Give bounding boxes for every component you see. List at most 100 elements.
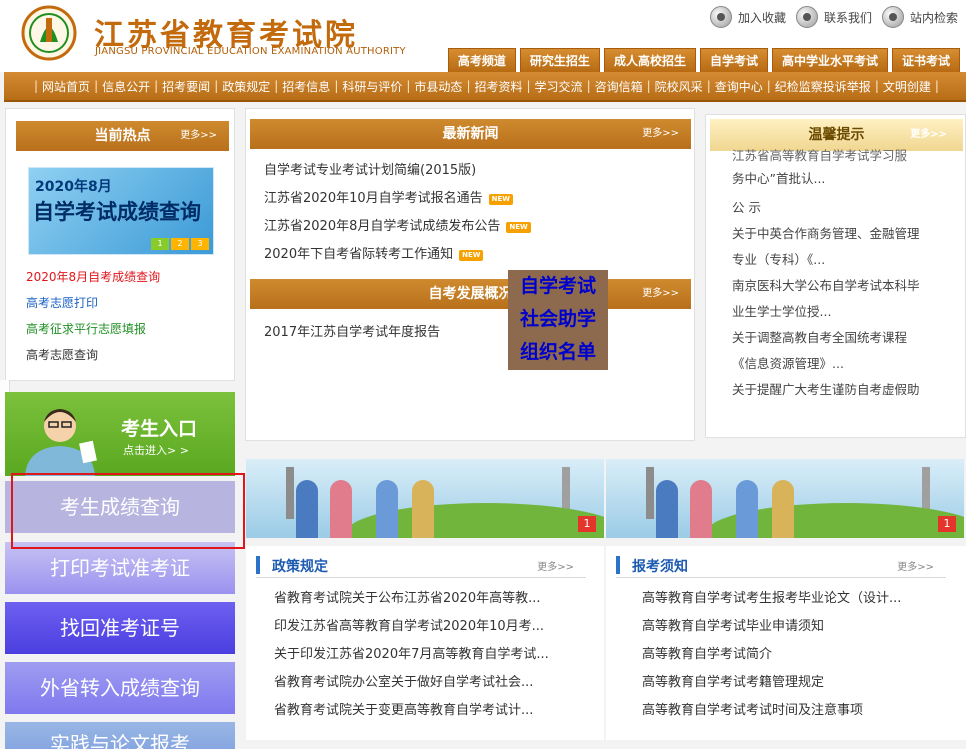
nav-query-center[interactable]: 查询中心 [711, 78, 767, 95]
news-item-text: 江苏省2020年10月自学考试报名通告 [264, 191, 483, 206]
student-figure [412, 480, 434, 538]
news-item[interactable]: 江苏省2020年8月自学考试成绩发布公告 NEW [264, 213, 531, 241]
nav-info-disclosure[interactable]: 信息公开 [98, 78, 154, 95]
development-more-link[interactable]: 更多>> [642, 279, 679, 309]
tab-self-study[interactable]: 自学考试 [699, 48, 768, 72]
notice-item[interactable]: 高等教育自学考试考生报考毕业论文（设计... [642, 588, 901, 616]
channel-tabs: 高考频道 研究生招生 成人高校招生 自学考试 高中学业水平考试 证书考试 [447, 48, 960, 72]
tab-high-school[interactable]: 高中学业水平考试 [771, 48, 888, 72]
tab-gaokao[interactable]: 高考频道 [447, 48, 516, 72]
tips-line: 南京医科大学公布自学考试本科毕 [732, 278, 920, 293]
development-list: 2017年江苏自学考试年度报告 [264, 319, 440, 347]
tips-more-link[interactable]: 更多>> [910, 119, 947, 151]
app-window: 江苏省教育考试院 JIANGSU PROVINCIAL EDUCATION EX… [0, 0, 966, 749]
banner-pager-number[interactable]: 1 [938, 516, 956, 532]
candidate-entry-sub: 点击进入> > [123, 444, 189, 457]
tips-item[interactable]: 关于提醒广大考生谨防自考虚假助 [732, 377, 958, 403]
banner-dot-2[interactable]: 2 [171, 238, 189, 250]
policy-item[interactable]: 省教育考试院办公室关于做好自学考试社会... [274, 672, 549, 700]
policy-item[interactable]: 印发江苏省高等教育自学考试2020年10月考... [274, 616, 549, 644]
news-item[interactable]: 自学考试专业考试计划简编(2015版) [264, 157, 531, 185]
score-query-banner[interactable]: 2020年8月 自学考试成绩查询 1 2 3 [28, 167, 214, 255]
tab-adult[interactable]: 成人高校招生 [603, 48, 696, 72]
nav-learning[interactable]: 学习交流 [531, 78, 587, 95]
tips-item[interactable]: 江苏省高等教育自学考试学习服 务中心”首批认... [732, 149, 958, 195]
retrieve-ticket-button[interactable]: 找回准考证号 [5, 602, 235, 654]
news-item-text: 自学考试专业考试计划简编(2015版) [264, 163, 477, 178]
tips-item[interactable]: 南京医科大学公布自学考试本科毕 业生学士学位授... [732, 273, 958, 325]
hot-topics-panel: 当前热点 更多>> 2020年8月 自学考试成绩查询 1 2 3 2020年8月… [5, 108, 235, 381]
policy-item[interactable]: 关于印发江苏省2020年7月高等教育自学考试... [274, 644, 549, 672]
development-item[interactable]: 2017年江苏自学考试年度报告 [264, 319, 440, 347]
logo-emblem-icon [21, 5, 77, 61]
hot-topics-list: 2020年8月自考成绩查询 高考志愿打印 高考征求平行志愿填报 高考志愿查询 [26, 269, 160, 373]
hot-topics-more-link[interactable]: 更多>> [180, 121, 217, 151]
notice-more-link[interactable]: 更多>> [897, 558, 934, 573]
news-header: 最新新闻 更多>> [250, 119, 691, 149]
print-ticket-button[interactable]: 打印考试准考证 [5, 542, 235, 594]
notice-item[interactable]: 高等教育自学考试毕业申请须知 [642, 616, 901, 644]
tips-item[interactable]: 公 示 [732, 195, 958, 221]
promo-banner[interactable]: 1 [606, 459, 964, 538]
search-icon [881, 6, 904, 28]
nav-home[interactable]: 网站首页 [38, 78, 94, 95]
tips-list: 江苏省高等教育自学考试学习服 务中心”首批认... 公 示 关于中英合作商务管理… [732, 149, 958, 403]
policy-item[interactable]: 省教育考试院关于公布江苏省2020年高等教... [274, 588, 549, 616]
policy-panel: 政策规定 更多>> 省教育考试院关于公布江苏省2020年高等教... 印发江苏省… [246, 546, 604, 740]
nav-news[interactable]: 招考要闻 [158, 78, 214, 95]
hot-item-volunteer-query[interactable]: 高考志愿查询 [26, 347, 160, 373]
nav-mailbox[interactable]: 咨询信箱 [591, 78, 647, 95]
nav-policy[interactable]: 政策规定 [218, 78, 274, 95]
hot-item-score-query[interactable]: 2020年8月自考成绩查询 [26, 269, 160, 295]
banner-title: 自学考试成绩查询 [33, 200, 201, 224]
nav-colleges[interactable]: 院校风采 [651, 78, 707, 95]
development-header: 自考发展概况 更多>> [250, 279, 691, 309]
banner-dot-3[interactable]: 3 [191, 238, 209, 250]
tips-line: 专业（专科）《... [732, 252, 826, 267]
hot-item-print[interactable]: 高考志愿打印 [26, 295, 160, 321]
news-item[interactable]: 2020年下自考省际转考工作通知 NEW [264, 241, 531, 269]
news-more-link[interactable]: 更多>> [642, 119, 679, 149]
news-panel: 最新新闻 更多>> 自学考试专业考试计划简编(2015版) 江苏省2020年10… [245, 108, 695, 441]
banner-pager-number[interactable]: 1 [578, 516, 596, 532]
policy-item[interactable]: 省教育考试院关于变更高等教育自学考试计... [274, 700, 549, 728]
notice-header: 报考须知 更多>> [616, 554, 946, 578]
nav-local-news[interactable]: 市县动态 [410, 78, 466, 95]
news-item-text: 2020年下自考省际转考工作通知 [264, 247, 454, 262]
hot-item-solicit[interactable]: 高考征求平行志愿填报 [26, 321, 160, 347]
tips-item[interactable]: 关于调整高教自考全国统考课程 《信息资源管理》... [732, 325, 958, 377]
banner-pager: 1 2 3 [151, 238, 209, 250]
notice-list: 高等教育自学考试考生报考毕业论文（设计... 高等教育自学考试毕业申请须知 高等… [642, 588, 901, 728]
nav-civilization[interactable]: 文明创建 [879, 78, 935, 95]
nav-research[interactable]: 科研与评价 [338, 78, 406, 95]
hot-topics-header: 当前热点 更多>> [16, 121, 229, 151]
card-line-3: 组织名单 [519, 341, 596, 363]
contact-us-link[interactable]: 联系我们 [795, 6, 872, 28]
tower-shape [646, 467, 654, 519]
banner-dot-1[interactable]: 1 [151, 238, 169, 250]
contact-us-label: 联系我们 [823, 10, 872, 25]
tab-graduate[interactable]: 研究生招生 [519, 48, 600, 72]
nav-materials[interactable]: 招考资料 [470, 78, 526, 95]
news-item[interactable]: 江苏省2020年10月自学考试报名通告 NEW [264, 185, 531, 213]
promo-banner[interactable]: 1 [246, 459, 604, 538]
notice-item[interactable]: 高等教育自学考试简介 [642, 644, 901, 672]
social-assistance-card[interactable]: 自学考试 社会助学 组织名单 [508, 270, 608, 370]
candidate-entry-button[interactable]: 考生入口 点击进入> > [5, 392, 235, 476]
card-line-1: 自学考试 [519, 275, 596, 297]
tips-line: 关于提醒广大考生谨防自考虚假助 [732, 382, 920, 397]
tips-item[interactable]: 关于中英合作商务管理、金融管理 专业（专科）《... [732, 221, 958, 273]
practice-thesis-button[interactable]: 实践与论文报考 [5, 722, 235, 749]
nav-exam-info[interactable]: 招考信息 [278, 78, 334, 95]
tab-certificate[interactable]: 证书考试 [891, 48, 960, 72]
tips-header: 温馨提示 更多>> [710, 119, 963, 151]
policy-more-link[interactable]: 更多>> [537, 558, 574, 573]
notice-item[interactable]: 高等教育自学考试考籍管理规定 [642, 672, 901, 700]
add-bookmark-link[interactable]: 加入收藏 [709, 6, 786, 28]
site-search-link[interactable]: 站内检索 [881, 6, 958, 28]
transfer-score-button[interactable]: 外省转入成绩查询 [5, 662, 235, 714]
nav-complaints[interactable]: 纪检监察投诉举报 [771, 78, 875, 95]
news-item-text: 江苏省2020年8月自学考试成绩发布公告 [264, 219, 501, 234]
tips-panel: 温馨提示 更多>> 江苏省高等教育自学考试学习服 务中心”首批认... 公 示 … [705, 114, 966, 438]
notice-item[interactable]: 高等教育自学考试考试时间及注意事项 [642, 700, 901, 728]
